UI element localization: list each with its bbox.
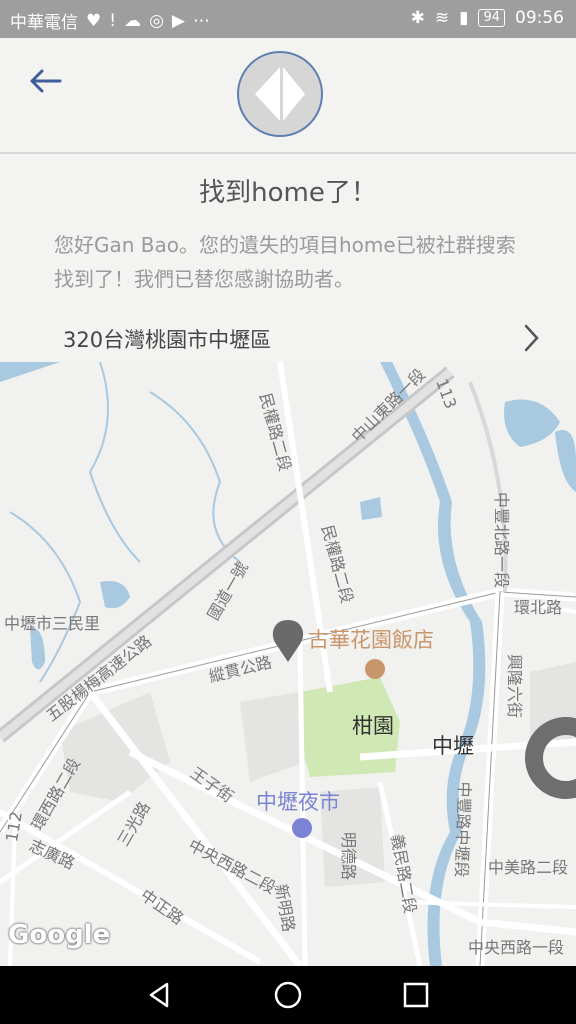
address-text: 320台灣桃園市中壢區 — [63, 328, 272, 352]
status-bar: 中華電信 ♥ ! ☁ ◎ ▶ ⋯ ✱ ≋ ▮ 94 09:56 — [0, 0, 576, 38]
map-label-l16: 中壢夜市 — [256, 790, 340, 814]
heart-icon: ♥ — [86, 10, 102, 31]
instagram-icon: ◎ — [149, 10, 164, 31]
map-label-l7: 中壢市三民里 — [4, 614, 101, 633]
map-label-l13: 中壢 — [432, 734, 474, 758]
map-label-l14: 興隆六街 — [505, 654, 524, 719]
more-icon: ⋯ — [193, 10, 210, 31]
nav-back-icon[interactable] — [143, 978, 177, 1012]
app-header — [0, 38, 576, 154]
map-view[interactable]: 民權路二段 中山東路一段 113 民權路二段 中豐北路一段 環北路 中壢市三民里… — [0, 362, 576, 966]
chevron-right-icon — [524, 324, 539, 352]
nav-recents-icon[interactable] — [399, 978, 433, 1012]
found-title: 找到home了！ — [199, 178, 377, 208]
battery-indicator: 94 — [478, 9, 505, 27]
map-label-l11: 古華花園飯店 — [308, 628, 434, 652]
map-label-l12: 柑園 — [352, 714, 394, 738]
cloud-icon: ☁ — [124, 10, 142, 31]
bluetooth-icon: ✱ — [410, 8, 425, 28]
map-label-l6: 環北路 — [514, 598, 563, 617]
clock: 09:56 — [515, 8, 564, 28]
address-row[interactable]: 320台灣桃園市中壢區 — [0, 316, 576, 360]
carrier-label: 中華電信 — [10, 13, 78, 33]
signal-icon: ▮ — [459, 8, 469, 28]
alert-icon: ! — [109, 10, 117, 31]
system-nav-bar — [0, 966, 576, 1024]
map-label-l23: 中豐路中壢段 — [451, 781, 475, 878]
google-logo: Google — [8, 920, 111, 950]
map-label-l24: 中美路二段 — [488, 858, 569, 877]
nav-home-icon[interactable] — [271, 978, 305, 1012]
map-label-l21: 明德路 — [339, 832, 358, 881]
map-label-l5: 中豐北路一段 — [492, 492, 511, 589]
diamond-logo-icon — [237, 51, 323, 137]
wifi-icon: ≋ — [434, 8, 450, 28]
arrow-left-icon[interactable] — [26, 66, 66, 96]
play-icon: ▶ — [171, 10, 185, 31]
found-message: 您好Gan Bao。您的遺失的項目home已被社群搜索找到了！我們已替您感謝協助… — [54, 233, 516, 291]
map-label-l28: 中央西路一段 — [468, 938, 565, 957]
